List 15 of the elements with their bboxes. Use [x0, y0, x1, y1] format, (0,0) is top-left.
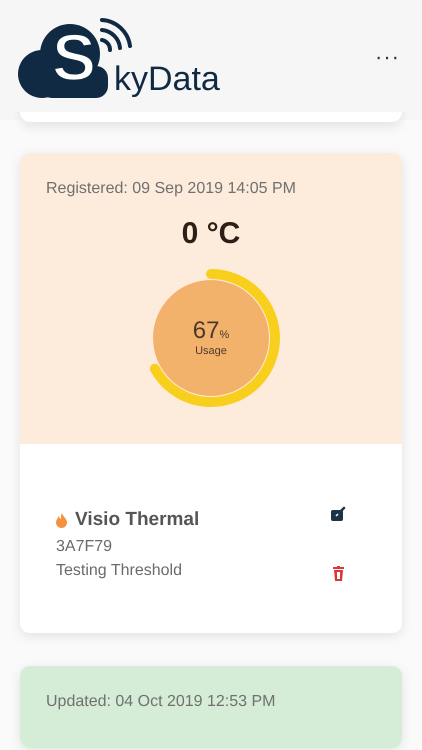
device-description: Testing Threshold	[56, 560, 183, 580]
menu-button[interactable]: ···	[369, 38, 406, 74]
edit-button[interactable]	[330, 506, 346, 522]
flame-icon	[56, 512, 67, 528]
usage-label: Usage	[194, 346, 228, 357]
usage-value: 67%	[192, 319, 230, 343]
edit-icon	[330, 506, 346, 522]
device-code: 3A7F79	[56, 536, 114, 556]
timestamp-text: Updated: 04 Oct 2019 12:53 PM	[46, 692, 276, 712]
device-name: Visio Thermal	[75, 508, 200, 532]
temperature-reading: 0 °C	[180, 216, 242, 252]
trash-icon	[332, 566, 344, 581]
delete-button[interactable]	[332, 566, 344, 581]
logo-text: kyData	[114, 62, 220, 96]
timestamp-text: Registered: 09 Sep 2019 14:05 PM	[46, 179, 297, 199]
